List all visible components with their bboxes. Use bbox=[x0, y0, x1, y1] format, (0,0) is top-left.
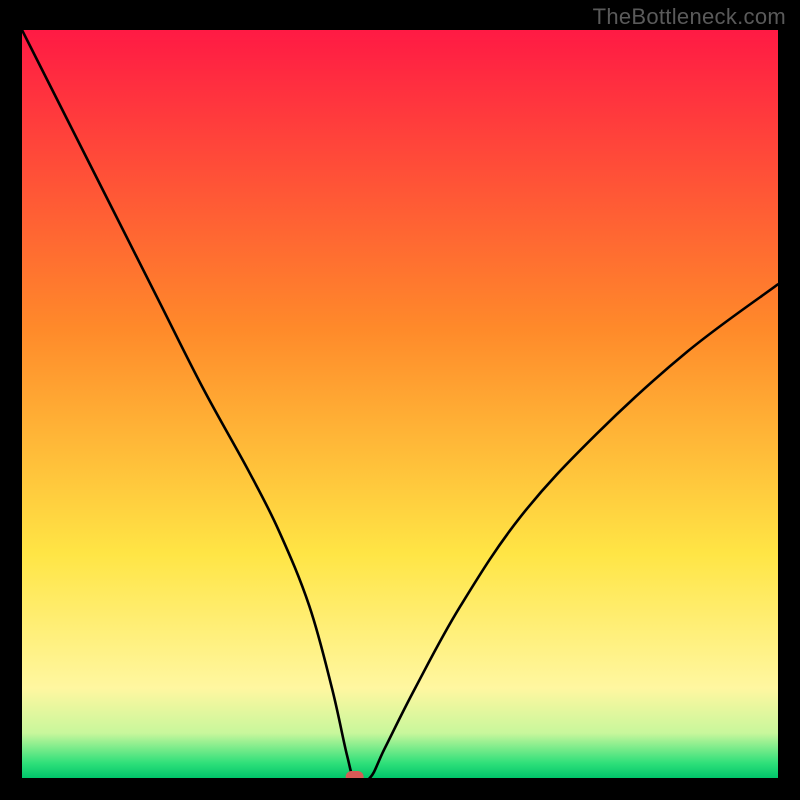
optimal-point-marker bbox=[346, 771, 364, 778]
chart-svg bbox=[22, 30, 778, 778]
watermark-text: TheBottleneck.com bbox=[593, 4, 786, 30]
chart-background bbox=[22, 30, 778, 778]
chart-frame: TheBottleneck.com bbox=[0, 0, 800, 800]
chart-plot bbox=[22, 30, 778, 778]
